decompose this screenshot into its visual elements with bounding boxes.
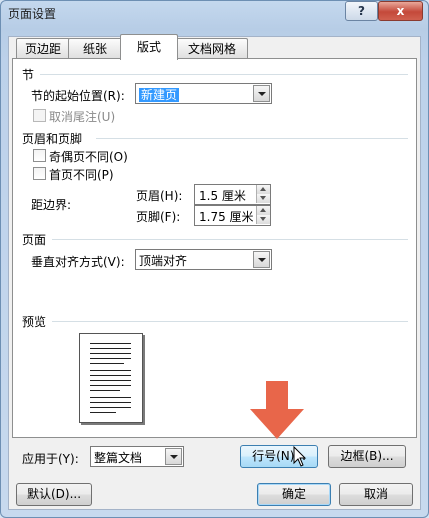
section-start-combo[interactable]: 新建页 [135,83,272,104]
headers-footers-divider [96,138,408,139]
preview-line [90,358,131,359]
from-edge-label: 距边界: [31,198,72,212]
suppress-endnotes-label: 取消尾注(U) [49,110,116,124]
header-distance-label: 页眉(H): [136,189,183,203]
first-page-checkbox[interactable] [33,167,46,180]
down-arrow-icon [250,381,304,439]
preview-line [90,375,131,376]
preview-line [90,363,124,364]
apply-to-label: 应用于(Y): [22,452,79,466]
tab-margins[interactable]: 页边距 [16,38,70,59]
preview-divider [52,321,408,322]
section-heading: 节 [22,68,35,82]
preview-line [90,412,116,413]
section-divider [40,74,408,75]
footer-distance-value: 1.75 厘米 [199,210,254,224]
window-title: 页面设置 [8,7,57,21]
preview-line [90,385,131,386]
header-distance-spinner[interactable]: 1.5 厘米 [194,184,271,205]
vertical-align-value: 顶端对齐 [139,254,188,268]
apply-to-value: 整篇文档 [94,451,143,465]
chevron-down-icon[interactable] [253,85,270,102]
preview-line [90,370,131,371]
vertical-align-combo[interactable]: 顶端对齐 [135,249,272,270]
odd-even-checkbox[interactable] [33,149,46,162]
chevron-down-icon[interactable] [253,251,270,268]
first-page-label: 首页不同(P) [49,168,114,182]
page-heading: 页面 [22,233,47,247]
close-button[interactable]: x [378,1,423,21]
header-distance-value: 1.5 厘米 [199,189,246,203]
spin-up-icon[interactable] [256,206,270,215]
preview-line [90,402,131,403]
preview-line [90,380,131,381]
preview-line [90,397,131,398]
apply-to-combo[interactable]: 整篇文档 [90,446,184,467]
preview-line [90,407,131,408]
section-start-value: 新建页 [139,88,180,102]
odd-even-label: 奇偶页不同(O) [49,150,128,164]
ok-button[interactable]: 确定 [257,483,331,506]
headers-footers-heading: 页眉和页脚 [22,132,83,146]
footer-distance-spinner[interactable]: 1.75 厘米 [194,205,271,226]
borders-button[interactable]: 边框(B)... [328,445,406,468]
chevron-down-icon[interactable] [165,448,182,465]
preview-line [90,343,131,344]
help-button[interactable]: ? [345,1,378,21]
cancel-button[interactable]: 取消 [339,483,413,506]
suppress-endnotes-checkbox[interactable] [33,109,46,122]
preview-line [90,390,120,391]
preview-heading: 预览 [22,315,47,329]
tab-paper[interactable]: 纸张 [68,38,122,59]
default-button[interactable]: 默认(D)... [16,483,92,506]
preview-line [90,348,131,349]
footer-distance-label: 页脚(F): [136,210,181,224]
vertical-align-label: 垂直对齐方式(V): [31,255,125,269]
page-divider [52,239,408,240]
preview-page [79,333,143,423]
section-start-label: 节的起始位置(R): [31,89,125,103]
preview-line [90,353,131,354]
mouse-cursor-icon [293,446,307,467]
spin-down-icon[interactable] [256,215,270,224]
spin-up-icon[interactable] [256,185,270,194]
tab-document-grid[interactable]: 文档网格 [176,38,248,59]
spin-down-icon[interactable] [256,194,270,203]
tab-layout[interactable]: 版式 [120,34,178,60]
